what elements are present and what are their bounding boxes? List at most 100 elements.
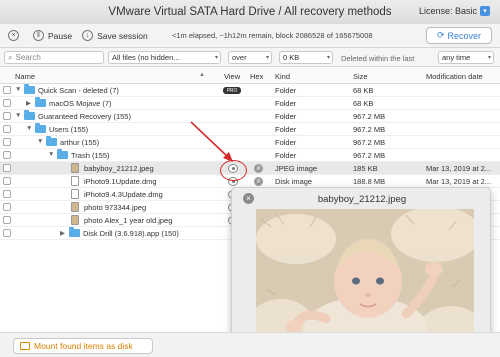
mount-disk-label: Mount found items as disk	[34, 341, 133, 351]
disclosure-open-icon[interactable]: ▼	[26, 125, 32, 132]
image-file-icon	[71, 163, 79, 173]
folder-icon	[35, 123, 46, 133]
toolbar: × ‖ Pause ↓ Save session <1m elapsed, ~1…	[0, 24, 500, 48]
table-row[interactable]: ▼ Guaranteed Recovery (155) Folder 967.2…	[0, 110, 500, 123]
license-label: License: Basic	[418, 6, 477, 16]
column-view[interactable]: View	[224, 72, 240, 81]
row-name: macOS Mojave (7)	[49, 99, 112, 108]
save-session-label: Save session	[97, 30, 148, 41]
image-file-icon	[71, 215, 79, 225]
table-row[interactable]: ▼ arthur (155) Folder 967.2 MB	[0, 136, 500, 149]
disclosure-open-icon[interactable]: ▼	[37, 138, 43, 145]
column-hex[interactable]: Hex	[250, 72, 263, 81]
chevron-down-icon: ▾	[265, 55, 269, 61]
row-name: Quick Scan - deleted (7)	[38, 86, 119, 95]
license-menu[interactable]: License: Basic ▾	[419, 6, 490, 16]
recover-button[interactable]: ⟳ Recover	[426, 27, 492, 44]
row-name: photo 973344.jpeg	[84, 203, 147, 212]
row-kind: Folder	[275, 99, 297, 108]
column-modified[interactable]: Modification date	[426, 72, 483, 81]
row-name: arthur (155)	[60, 138, 100, 147]
row-checkbox[interactable]	[3, 151, 11, 159]
folder-icon	[69, 227, 80, 237]
disclosure-open-icon[interactable]: ▼	[15, 112, 21, 119]
row-checkbox[interactable]	[3, 99, 11, 107]
save-icon: ↓	[82, 30, 94, 41]
row-checkbox[interactable]	[3, 190, 11, 198]
files-filter-value: All files (no hidden...	[112, 53, 180, 62]
table-header: Name ▲ View Hex Kind Size Modification d…	[0, 67, 500, 84]
row-kind: Folder	[275, 112, 297, 121]
size-operator-value: over	[232, 53, 247, 62]
time-range-dropdown[interactable]: any time ▾	[438, 51, 494, 64]
table-row[interactable]: ▼ Users (155) Folder 967.2 MB	[0, 123, 500, 136]
window-title: VMware Virtual SATA Hard Drive / All rec…	[108, 6, 392, 18]
size-value-input[interactable]: 0 KB ▾	[279, 51, 333, 64]
save-session-button[interactable]: ↓ Save session	[82, 30, 148, 41]
row-checkbox[interactable]	[3, 203, 11, 211]
footer-bar: Mount found items as disk	[0, 332, 500, 357]
search-placeholder: Search	[15, 53, 41, 62]
disclosure-closed-icon[interactable]: ▶	[26, 99, 31, 107]
row-size: 967.2 MB	[353, 151, 386, 160]
scan-status: <1m elapsed, ~1h12m remain, block 208652…	[172, 31, 373, 40]
mount-disk-button[interactable]: Mount found items as disk	[13, 338, 153, 354]
row-kind: JPEG image	[275, 164, 318, 173]
size-value-text: 0 KB	[283, 53, 300, 62]
row-name: iPhoto9.4.3Update.dmg	[84, 190, 163, 199]
row-checkbox[interactable]	[3, 216, 11, 224]
row-name: Guaranteed Recovery (155)	[38, 112, 131, 121]
row-kind: Folder	[275, 138, 297, 147]
chevron-down-icon: ▾	[214, 55, 218, 61]
folder-icon	[46, 136, 57, 146]
drive-icon	[20, 342, 30, 350]
table-row-selected[interactable]: babyboy_21212.jpeg # JPEG image 185 KB M…	[0, 162, 500, 175]
row-kind: Folder	[275, 86, 297, 95]
row-checkbox[interactable]	[3, 229, 11, 237]
time-range-value: any time	[442, 53, 471, 62]
table-row[interactable]: ▼ Quick Scan - deleted (7) PRO Folder 68…	[0, 84, 500, 97]
row-name: photo Alex_1 year old.jpeg	[84, 216, 173, 225]
hex-icon[interactable]: #	[254, 164, 263, 173]
chevron-down-icon: ▾	[480, 6, 490, 16]
files-filter-dropdown[interactable]: All files (no hidden... ▾	[108, 51, 221, 64]
pause-button[interactable]: ‖ Pause	[33, 30, 72, 41]
disclosure-open-icon[interactable]: ▼	[15, 86, 21, 93]
search-input[interactable]: ⌕ Search	[4, 51, 104, 64]
row-size: 967.2 MB	[353, 125, 386, 134]
row-checkbox[interactable]	[3, 125, 11, 133]
hex-icon[interactable]: #	[254, 177, 263, 186]
stop-button[interactable]: ×	[8, 30, 23, 41]
table-row[interactable]: ▼ Trash (155) Folder 967.2 MB	[0, 149, 500, 162]
chevron-down-icon: ▾	[326, 55, 330, 61]
row-modified: Mar 13, 2019 at 2...	[426, 177, 492, 186]
disclosure-closed-icon[interactable]: ▶	[60, 229, 65, 237]
disclosure-open-icon[interactable]: ▼	[48, 151, 54, 158]
row-checkbox[interactable]	[3, 86, 11, 94]
row-name: Trash (155)	[71, 151, 110, 160]
row-name: iPhoto9.1Update.dmg	[84, 177, 157, 186]
recover-label: Recover	[447, 30, 482, 41]
preview-title: babyboy_21212.jpeg	[317, 194, 407, 205]
row-checkbox[interactable]	[3, 138, 11, 146]
row-checkbox[interactable]	[3, 177, 11, 185]
chevron-down-icon: ▾	[487, 55, 491, 61]
pause-label: Pause	[48, 30, 73, 41]
table-row[interactable]: ▶ macOS Mojave (7) Folder 68 KB	[0, 97, 500, 110]
recover-icon: ⟳	[436, 30, 445, 40]
row-checkbox[interactable]	[3, 164, 11, 172]
folder-icon	[35, 97, 46, 107]
row-name: Users (155)	[49, 125, 89, 134]
close-icon: ×	[8, 30, 19, 41]
size-operator-dropdown[interactable]: over ▾	[228, 51, 272, 64]
row-checkbox[interactable]	[3, 112, 11, 120]
column-size[interactable]: Size	[353, 72, 368, 81]
row-size: 68 KB	[353, 99, 374, 108]
row-size: 185 KB	[353, 164, 378, 173]
column-name[interactable]: Name	[15, 72, 35, 81]
column-kind[interactable]: Kind	[275, 72, 290, 81]
row-name: babyboy_21212.jpeg	[84, 164, 154, 173]
folder-icon	[24, 84, 35, 94]
row-size: 68 KB	[353, 86, 374, 95]
sort-indicator-icon: ▲	[199, 72, 205, 78]
